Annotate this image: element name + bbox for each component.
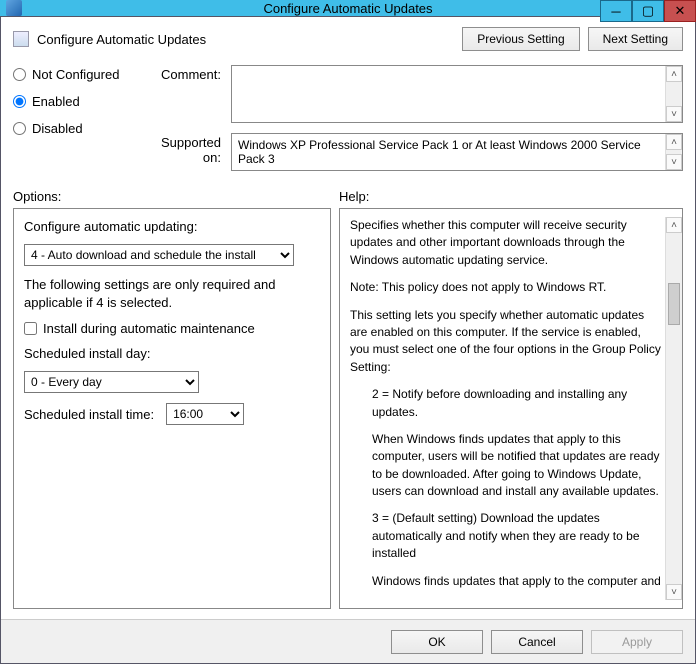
comment-scrollbar[interactable]: ˄ ˅: [665, 66, 682, 122]
radio-not-configured-label: Not Configured: [32, 67, 119, 82]
minimize-button[interactable]: ─: [600, 0, 632, 22]
supported-scrollbar[interactable]: ˄ ˅: [665, 134, 682, 170]
scrollbar-track[interactable]: [666, 233, 682, 584]
scroll-down-icon[interactable]: ˅: [666, 106, 682, 122]
supported-on-label: Supported on:: [143, 133, 231, 171]
previous-setting-button[interactable]: Previous Setting: [462, 27, 579, 51]
policy-name: Configure Automatic Updates: [37, 32, 206, 47]
window-title: Configure Automatic Updates: [263, 1, 432, 16]
scroll-up-icon[interactable]: ˄: [666, 217, 682, 233]
radio-disabled[interactable]: Disabled: [13, 121, 143, 136]
radio-disabled-input[interactable]: [13, 122, 26, 135]
radio-not-configured-input[interactable]: [13, 68, 26, 81]
scrollbar-thumb[interactable]: [668, 283, 680, 325]
options-panel: Configure automatic updating: 4 - Auto d…: [13, 208, 331, 609]
comment-textbox[interactable]: ˄ ˅: [231, 65, 683, 123]
scheduled-day-select[interactable]: 0 - Every day: [24, 371, 199, 393]
apply-button[interactable]: Apply: [591, 630, 683, 654]
install-maintenance-input[interactable]: [24, 322, 37, 335]
radio-not-configured[interactable]: Not Configured: [13, 67, 143, 82]
supported-on-box: Windows XP Professional Service Pack 1 o…: [231, 133, 683, 171]
comment-textarea[interactable]: [232, 66, 665, 122]
options-label: Options:: [13, 189, 339, 204]
ok-button[interactable]: OK: [391, 630, 483, 654]
help-text: Specifies whether this computer will rec…: [350, 217, 665, 600]
scheduled-time-select[interactable]: 16:00: [166, 403, 244, 425]
help-scrollbar[interactable]: ˄ ˅: [665, 217, 682, 600]
install-maintenance-checkbox[interactable]: Install during automatic maintenance: [24, 321, 320, 336]
radio-enabled[interactable]: Enabled: [13, 94, 143, 109]
titlebar: Configure Automatic Updates ─ ▢ ✕: [0, 0, 696, 16]
scheduled-day-label: Scheduled install day:: [24, 346, 320, 361]
radio-enabled-input[interactable]: [13, 95, 26, 108]
scroll-up-icon[interactable]: ˄: [666, 134, 682, 150]
maximize-button[interactable]: ▢: [632, 0, 664, 22]
cancel-button[interactable]: Cancel: [491, 630, 583, 654]
help-panel: Specifies whether this computer will rec…: [339, 208, 683, 609]
supported-on-text: Windows XP Professional Service Pack 1 o…: [232, 134, 665, 170]
next-setting-button[interactable]: Next Setting: [588, 27, 683, 51]
configure-updating-label: Configure automatic updating:: [24, 219, 320, 234]
install-maintenance-label: Install during automatic maintenance: [43, 321, 255, 336]
help-label: Help:: [339, 189, 369, 204]
comment-label: Comment:: [143, 65, 231, 123]
radio-enabled-label: Enabled: [32, 94, 80, 109]
configure-updating-select[interactable]: 4 - Auto download and schedule the insta…: [24, 244, 294, 266]
policy-icon: [13, 31, 29, 47]
scheduled-time-label: Scheduled install time:: [24, 407, 154, 422]
app-icon: [6, 0, 22, 16]
options-note: The following settings are only required…: [24, 276, 320, 311]
radio-disabled-label: Disabled: [32, 121, 83, 136]
close-button[interactable]: ✕: [664, 0, 696, 22]
scroll-down-icon[interactable]: ˅: [666, 154, 682, 170]
bottom-bar: OK Cancel Apply: [1, 619, 695, 663]
scroll-down-icon[interactable]: ˅: [666, 584, 682, 600]
scroll-up-icon[interactable]: ˄: [666, 66, 682, 82]
